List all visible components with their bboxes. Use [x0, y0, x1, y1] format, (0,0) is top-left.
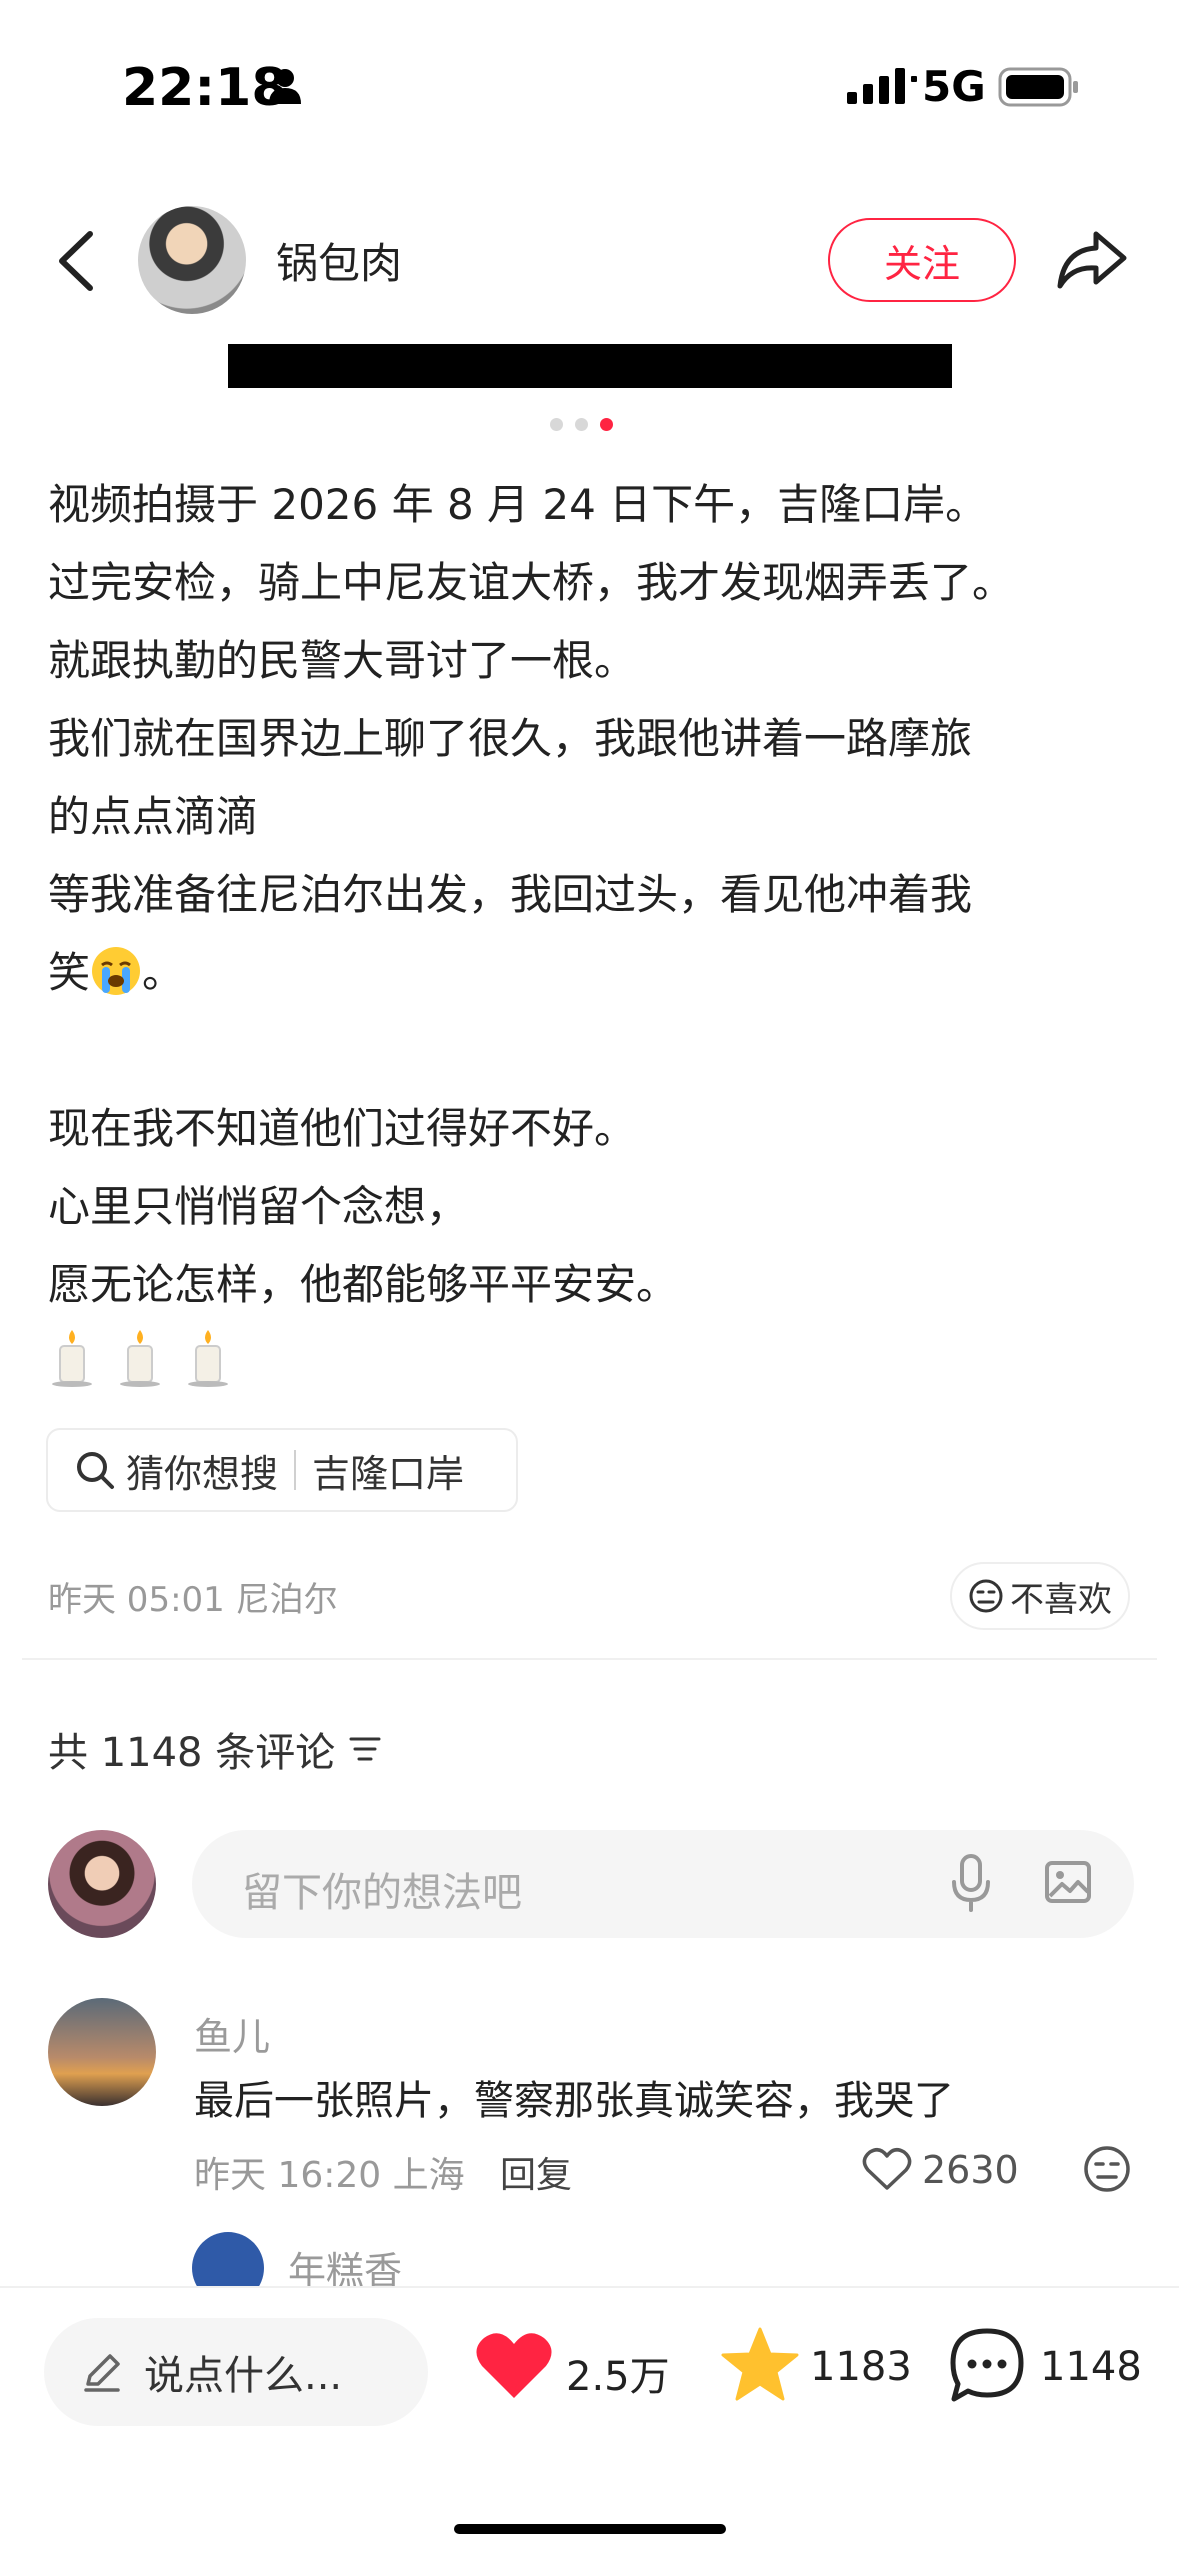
- say-something-input[interactable]: 说点什么...: [44, 2318, 428, 2426]
- comments-count-label: 共 1148 条评论: [48, 1730, 336, 1776]
- pencil-icon: [84, 2354, 120, 2392]
- post-line: 心里只悄悄留个念想，: [48, 1182, 469, 1231]
- follow-button[interactable]: 关注: [828, 218, 1016, 302]
- carousel-indicator: [550, 418, 613, 431]
- candle-icon: [120, 1330, 160, 1387]
- chip-divider: [294, 1450, 297, 1490]
- battery-icon: [998, 67, 1078, 107]
- home-indicator: [454, 2524, 726, 2534]
- dislike-label: 不喜欢: [1010, 1579, 1112, 1620]
- say-placeholder: 说点什么...: [144, 2353, 343, 2399]
- post-line: 就跟执勤的民警大哥讨了一根。: [48, 636, 637, 685]
- post-line-text: 。: [142, 948, 185, 997]
- divider: [22, 1658, 1157, 1660]
- heart-filled-icon[interactable]: [474, 2328, 554, 2402]
- comment-text[interactable]: 最后一张照片，警察那张真诚笑容，我哭了: [194, 2068, 954, 2126]
- redaction-bar: [228, 344, 952, 388]
- meh-face-icon[interactable]: [1082, 2144, 1132, 2194]
- sort-icon[interactable]: [345, 1731, 385, 1767]
- signal-icon: [847, 68, 917, 104]
- candle-emojis: [48, 1328, 1148, 1388]
- post-line: 笑 。: [48, 934, 1148, 1012]
- carousel-dot-active: [600, 418, 613, 431]
- star-filled-icon[interactable]: [720, 2326, 800, 2402]
- post-body: 视频拍摄于 2026 年 8 月 24 日下午，吉隆口岸。 过完安检，骑上中尼友…: [48, 466, 1148, 1388]
- image-icon[interactable]: [1044, 1858, 1092, 1906]
- search-term: 吉隆口岸: [312, 1451, 465, 1496]
- share-icon[interactable]: [1056, 226, 1128, 292]
- search-suggestion-chip[interactable]: 猜你想搜 吉隆口岸: [46, 1428, 518, 1512]
- dislike-button[interactable]: 不喜欢: [950, 1562, 1130, 1630]
- search-icon: [77, 1452, 114, 1489]
- commenter-name[interactable]: 鱼儿: [194, 2006, 270, 2061]
- status-time: 22:18: [122, 58, 288, 118]
- comments-count[interactable]: 共 1148 条评论: [48, 1720, 385, 1778]
- reply-button[interactable]: 回复: [500, 2146, 572, 2198]
- comment-meta: 昨天 16:20 上海: [194, 2155, 465, 2196]
- network-type: 5G: [922, 62, 986, 111]
- comment-like-count: 2630: [922, 2148, 1019, 2192]
- like-count: 2.5万: [566, 2354, 670, 2400]
- my-avatar: [48, 1830, 156, 1938]
- post-line: 我们就在国界边上聊了很久，我跟他讲着一路摩旅: [48, 714, 973, 763]
- post-line: 等我准备往尼泊尔出发，我回过头，看见他冲着我: [48, 870, 973, 919]
- search-prefix: 猜你想搜: [126, 1451, 279, 1496]
- favorite-count: 1183: [810, 2344, 912, 2390]
- comment-input-placeholder: 留下你的想法吧: [242, 1870, 522, 1916]
- post-line: 的点点滴滴: [48, 792, 259, 841]
- post-line-text: 笑: [48, 948, 91, 997]
- person-icon: [269, 69, 301, 104]
- candle-icon: [188, 1330, 228, 1387]
- back-icon[interactable]: [52, 228, 100, 294]
- post-line: 现在我不知道他们过得好不好。: [48, 1104, 637, 1153]
- comment-bubble-icon[interactable]: [948, 2326, 1026, 2404]
- post-line: 过完安检，骑上中尼友谊大桥，我才发现烟弄丢了。: [48, 558, 1015, 607]
- commenter-avatar[interactable]: [48, 1998, 156, 2106]
- candle-icon: [52, 1330, 92, 1387]
- author-name[interactable]: 锅包肉: [276, 230, 402, 291]
- post-line: 愿无论怎样，他都能够平平安安。: [48, 1260, 679, 1309]
- crying-emoji-icon: [92, 947, 141, 995]
- carousel-dot: [550, 418, 563, 431]
- comment-count: 1148: [1040, 2344, 1142, 2390]
- carousel-dot: [575, 418, 588, 431]
- heart-outline-icon[interactable]: [862, 2146, 912, 2192]
- author-avatar[interactable]: [138, 206, 246, 314]
- meh-face-icon: [969, 1579, 1003, 1613]
- post-line: 视频拍摄于 2026 年 8 月 24 日下午，吉隆口岸。: [48, 480, 988, 529]
- microphone-icon[interactable]: [950, 1852, 992, 1914]
- post-meta: 昨天 05:01 尼泊尔: [48, 1580, 338, 1620]
